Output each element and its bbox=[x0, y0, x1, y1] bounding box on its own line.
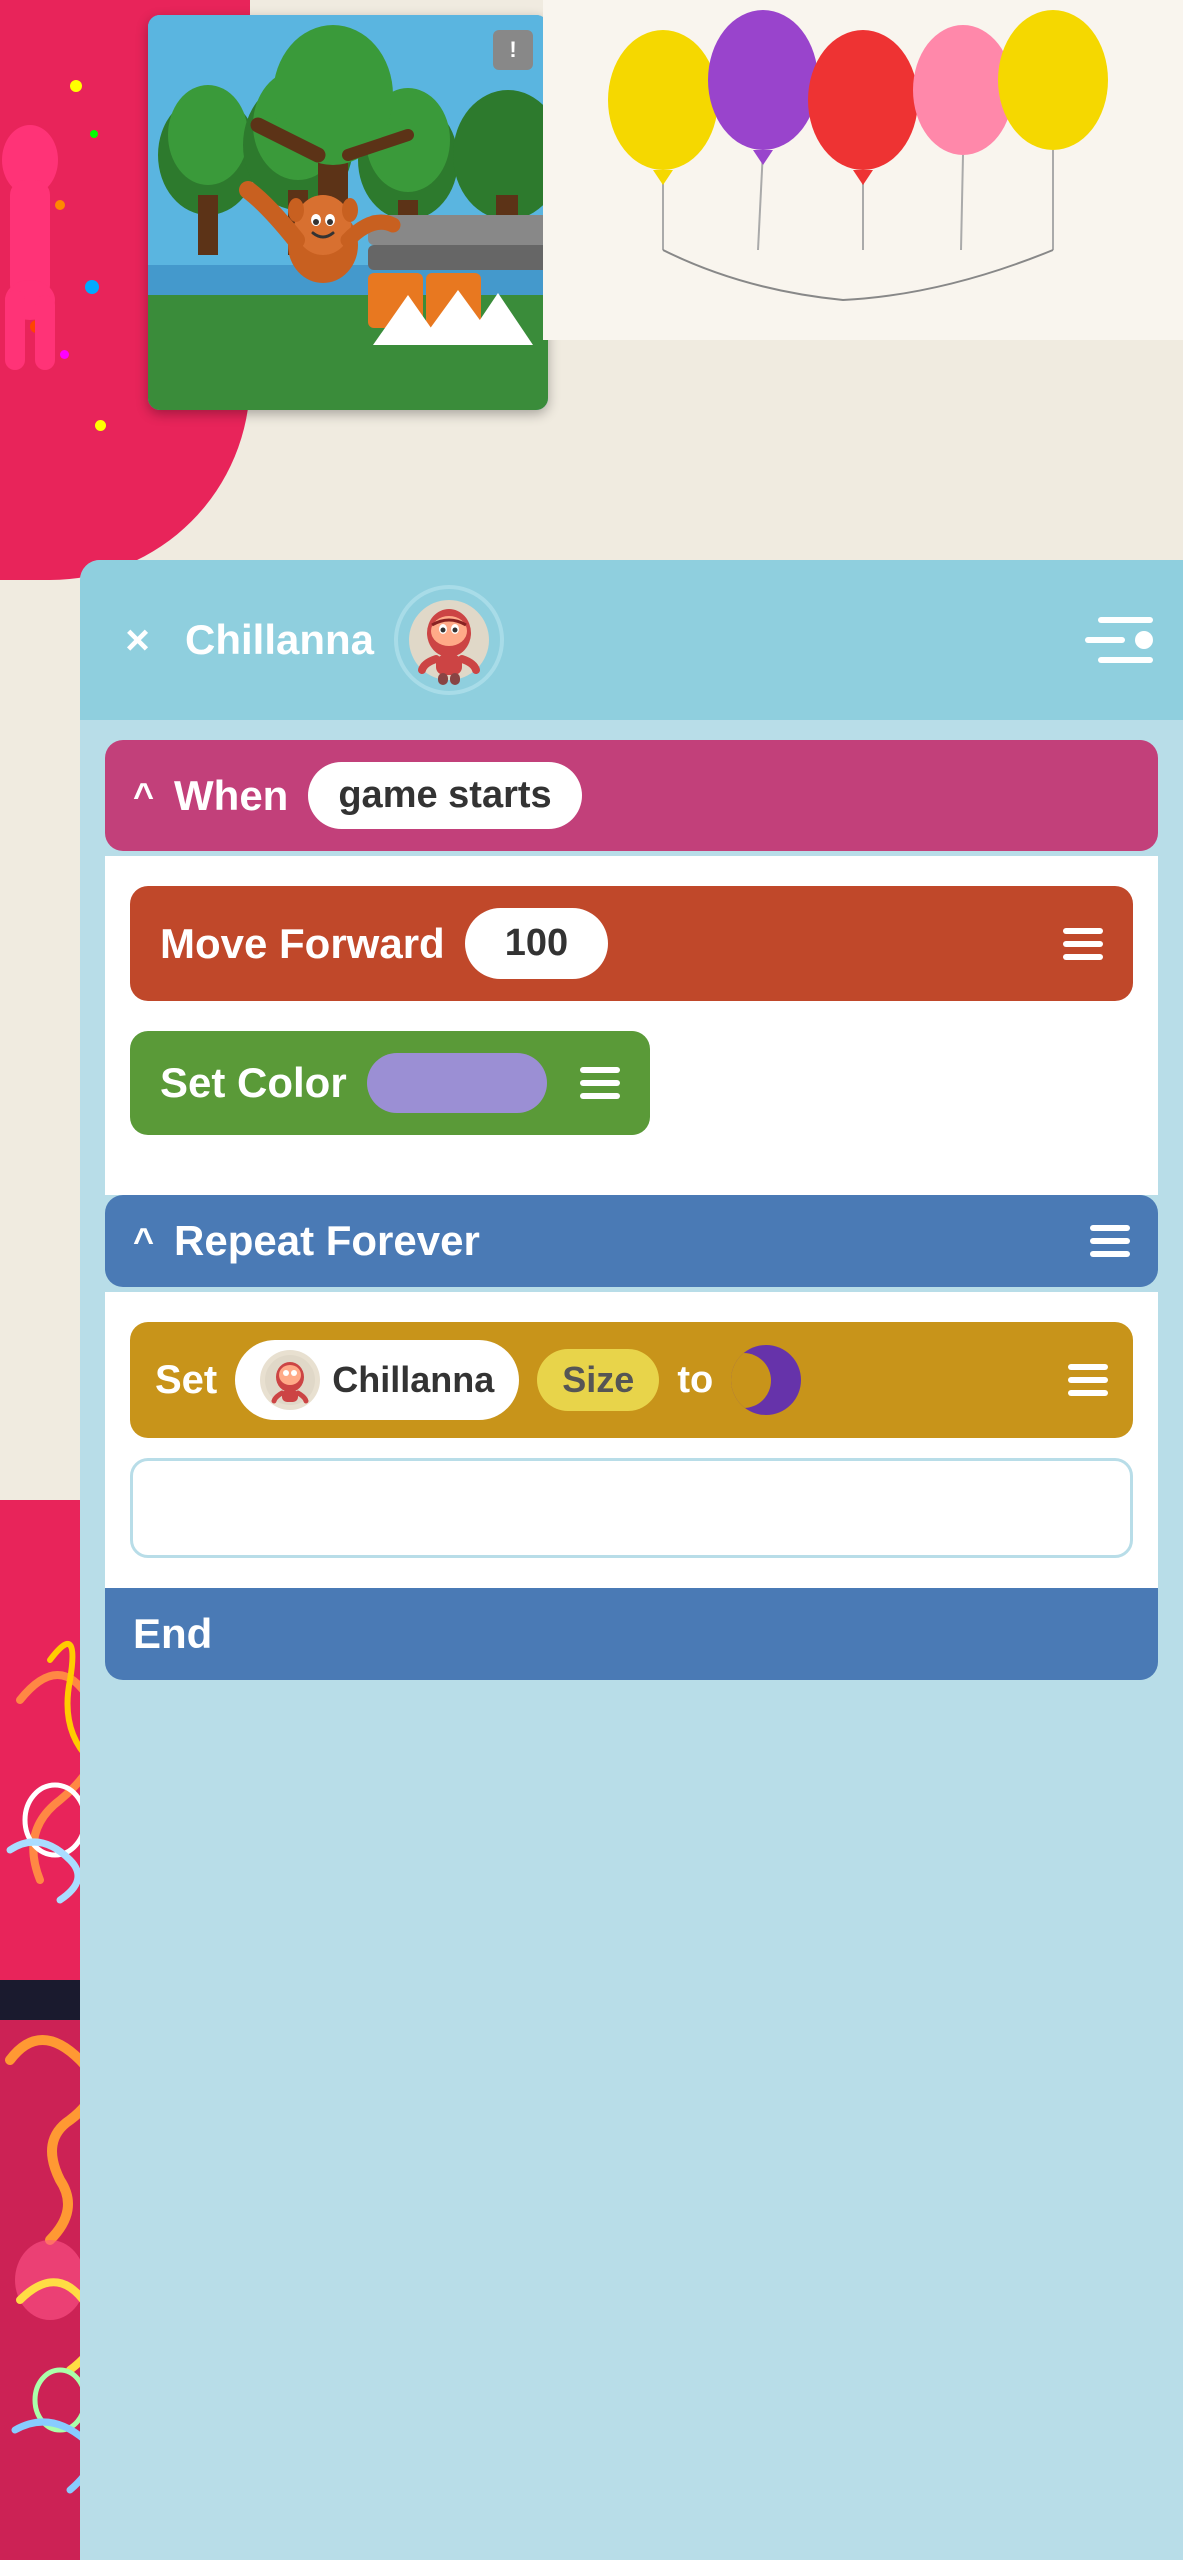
right-preview bbox=[543, 0, 1183, 340]
close-button[interactable]: × bbox=[110, 613, 165, 668]
repeat-forever-block[interactable]: ^ Repeat Forever bbox=[105, 1195, 1158, 1287]
ham-line-2 bbox=[1063, 941, 1103, 947]
color-swatch[interactable] bbox=[367, 1053, 547, 1113]
end-section: End bbox=[105, 1588, 1158, 1680]
move-forward-block[interactable]: Move Forward 100 bbox=[130, 886, 1133, 1001]
ham-line-1 bbox=[1063, 928, 1103, 934]
chevron-icon: ^ bbox=[133, 775, 154, 817]
warning-icon: ! bbox=[493, 30, 533, 70]
ham-line-10 bbox=[1068, 1364, 1108, 1370]
game-scene-svg bbox=[148, 15, 548, 410]
set-label: Set bbox=[155, 1358, 217, 1403]
code-container: ^ When game starts Move Forward 100 Set … bbox=[80, 720, 1183, 1700]
set-color-block[interactable]: Set Color bbox=[130, 1031, 650, 1135]
ham-line-11 bbox=[1068, 1377, 1108, 1383]
set-size-block[interactable]: Set Chillanna bbox=[130, 1322, 1133, 1438]
main-panel: × Chillanna bbox=[80, 560, 1183, 2560]
repeat-content-area: Set Chillanna bbox=[105, 1292, 1158, 1588]
ham-line-8 bbox=[1090, 1238, 1130, 1244]
menu-button[interactable] bbox=[1093, 613, 1153, 668]
header-title: Chillanna bbox=[185, 616, 374, 664]
ham-line-7 bbox=[1090, 1225, 1130, 1231]
when-block[interactable]: ^ When game starts bbox=[105, 740, 1158, 851]
character-name: Chillanna bbox=[332, 1359, 494, 1401]
to-label: to bbox=[677, 1359, 713, 1402]
set-color-label: Set Color bbox=[160, 1059, 347, 1107]
repeat-chevron: ^ bbox=[133, 1220, 154, 1262]
empty-placeholder-block bbox=[130, 1458, 1133, 1558]
pink-figure bbox=[0, 80, 100, 480]
char-mini-avatar bbox=[260, 1350, 320, 1410]
game-starts-pill[interactable]: game starts bbox=[308, 762, 581, 829]
ham-line-6 bbox=[580, 1093, 620, 1099]
character-pill[interactable]: Chillanna bbox=[235, 1340, 519, 1420]
ham-line-9 bbox=[1090, 1251, 1130, 1257]
repeat-label: Repeat Forever bbox=[174, 1217, 480, 1265]
menu-line-3 bbox=[1098, 657, 1153, 663]
balloon-svg bbox=[543, 0, 1183, 340]
when-label: When bbox=[174, 772, 288, 820]
when-content-area: Move Forward 100 Set Color bbox=[105, 856, 1158, 1195]
menu-line-2 bbox=[1085, 637, 1125, 643]
menu-line-1 bbox=[1098, 617, 1153, 623]
end-label: End bbox=[133, 1610, 212, 1657]
move-forward-label: Move Forward bbox=[160, 920, 445, 968]
moon-shape[interactable] bbox=[731, 1345, 801, 1415]
set-color-menu[interactable] bbox=[580, 1067, 620, 1099]
game-preview: ! bbox=[148, 15, 548, 410]
set-size-menu[interactable] bbox=[1068, 1364, 1108, 1396]
move-forward-menu[interactable] bbox=[1063, 928, 1103, 960]
menu-dot bbox=[1135, 631, 1153, 649]
avatar-svg bbox=[404, 595, 494, 685]
char-avatar-mini-svg bbox=[263, 1353, 318, 1408]
character-avatar[interactable] bbox=[394, 585, 504, 695]
ham-line-4 bbox=[580, 1067, 620, 1073]
moon-inner bbox=[731, 1353, 771, 1408]
ham-line-5 bbox=[580, 1080, 620, 1086]
ham-line-3 bbox=[1063, 954, 1103, 960]
warning-text: ! bbox=[509, 37, 516, 63]
header-bar: × Chillanna bbox=[80, 560, 1183, 720]
ham-line-12 bbox=[1068, 1390, 1108, 1396]
repeat-forever-menu[interactable] bbox=[1090, 1225, 1130, 1257]
size-pill[interactable]: Size bbox=[537, 1349, 659, 1411]
move-forward-value[interactable]: 100 bbox=[465, 908, 608, 979]
